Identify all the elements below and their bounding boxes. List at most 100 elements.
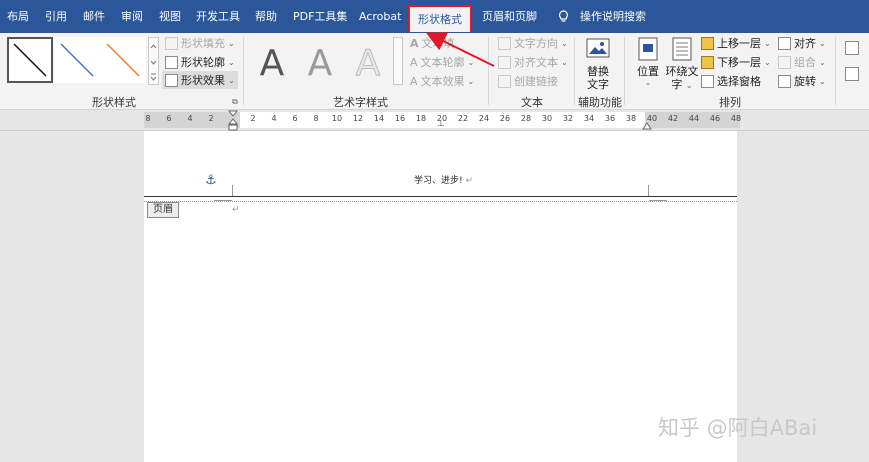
ruler-tick: 30 xyxy=(541,114,553,123)
align-text-icon xyxy=(498,55,511,69)
text-direction-button[interactable]: 文字方向 ⌄ xyxy=(498,35,568,51)
horizontal-ruler[interactable]: 8 6 4 2 2 4 6 8 10 12 14 16 18 20 22 24 … xyxy=(0,110,869,131)
tab-help[interactable]: 帮助 xyxy=(255,0,277,33)
ruler-tick: 34 xyxy=(583,114,595,123)
chevron-down-icon: ⌄ xyxy=(467,76,475,86)
chevron-down-icon: ⌄ xyxy=(561,57,568,67)
text-effects-button[interactable]: A 文本效果 ⌄ xyxy=(410,73,474,89)
create-link-button[interactable]: 创建链接 xyxy=(498,73,558,89)
align-text-button[interactable]: 对齐文本 ⌄ xyxy=(498,54,568,70)
right-indent-marker-icon[interactable] xyxy=(642,118,652,130)
pen-outline-icon xyxy=(165,55,178,69)
tab-references[interactable]: 引用 xyxy=(45,0,67,33)
wordart-gallery[interactable]: A A A xyxy=(252,37,400,85)
ruler-tick: 10 xyxy=(331,114,343,123)
tab-pdf-tools[interactable]: PDF工具集 xyxy=(293,0,347,33)
ruler-tick: 38 xyxy=(625,114,637,123)
ruler-tick: 42 xyxy=(667,114,679,123)
wrap-text-button[interactable]: 环绕文 字 ⌄ xyxy=(665,36,699,91)
ruler-tick: 36 xyxy=(604,114,616,123)
ruler-tick: 44 xyxy=(688,114,700,123)
shape-style-swatch-2[interactable] xyxy=(54,37,100,83)
align-button[interactable]: 对齐 ⌄ xyxy=(778,35,826,51)
wrap-text-icon xyxy=(672,37,692,61)
ruler-tick: 26 xyxy=(499,114,511,123)
group-separator xyxy=(835,37,836,105)
ruler-tick: 24 xyxy=(478,114,490,123)
chevron-down-icon: ⌄ xyxy=(644,78,652,87)
crop-mark xyxy=(232,185,233,196)
chevron-down-icon: ⌄ xyxy=(819,57,826,67)
ruler-tick: 18 xyxy=(415,114,427,123)
selection-pane-icon xyxy=(701,74,714,88)
tab-shape-format[interactable]: 形状格式 xyxy=(408,5,472,32)
chevron-down-icon: ⌄ xyxy=(819,38,826,48)
ruler-tick: 22 xyxy=(457,114,469,123)
wordart-style-2[interactable]: A xyxy=(300,43,340,85)
ruler-tick: 28 xyxy=(520,114,532,123)
tab-acrobat[interactable]: Acrobat xyxy=(359,0,401,33)
tell-me-search[interactable]: 操作说明搜索 xyxy=(580,0,646,33)
ruler-tick: 2 xyxy=(208,114,214,123)
wordart-style-3[interactable]: A xyxy=(348,43,388,85)
ruler-tick: 32 xyxy=(562,114,574,123)
ruler-tick: 6 xyxy=(292,114,298,123)
send-backward-icon xyxy=(701,55,714,69)
chevron-down-icon: ⌄ xyxy=(228,75,235,85)
tab-mailings[interactable]: 邮件 xyxy=(83,0,105,33)
tab-developer[interactable]: 开发工具 xyxy=(196,0,240,33)
indent-marker-icon[interactable] xyxy=(227,110,239,131)
paragraph-mark: ↵ xyxy=(232,205,240,215)
header-border-line[interactable] xyxy=(144,196,737,197)
anchor-icon[interactable]: ⚓ xyxy=(205,173,217,188)
group-button[interactable]: 组合 ⌄ xyxy=(778,54,826,70)
chevron-down-icon: ⌄ xyxy=(467,57,475,67)
wordart-style-1[interactable]: A xyxy=(252,43,292,85)
text-effects-icon: A xyxy=(410,74,418,88)
tab-layout[interactable]: 布局 xyxy=(7,0,29,33)
text-outline-button[interactable]: A 文本轮廓 ⌄ xyxy=(410,54,474,70)
shape-style-swatch-3[interactable] xyxy=(100,37,146,83)
center-tab-stop-icon[interactable]: ⊥ xyxy=(437,119,445,129)
ribbon-panel: 形状填充 ⌄ 形状轮廓 ⌄ 形状效果 ⌄ 形状样式 ⧉ A A A A 文本填 A 文… xyxy=(0,33,869,110)
shape-effects-icon xyxy=(165,73,178,87)
rotate-button[interactable]: 旋转 ⌄ xyxy=(778,73,826,89)
group-label-arrange: 排列 xyxy=(719,96,741,109)
shape-style-swatch-1[interactable] xyxy=(7,37,53,83)
chevron-down-icon: ⌄ xyxy=(685,81,693,90)
shape-style-gallery-scroll[interactable] xyxy=(148,37,159,85)
shape-outline-button[interactable]: 形状轮廓 ⌄ xyxy=(165,54,235,70)
position-icon xyxy=(638,37,658,61)
align-objects-icon xyxy=(778,36,791,50)
dialog-launcher-icon[interactable]: ⧉ xyxy=(232,97,238,107)
ruler-tick: 14 xyxy=(373,114,385,123)
watermark: 知乎 @阿白ABai xyxy=(658,416,818,440)
chevron-down-icon: ⌄ xyxy=(561,38,568,48)
height-icon[interactable] xyxy=(845,41,859,55)
group-separator xyxy=(624,37,625,105)
wordart-gallery-scroll[interactable] xyxy=(393,37,403,85)
bring-forward-button[interactable]: 上移一层 ⌄ xyxy=(701,35,771,51)
tab-header-footer[interactable]: 页眉和页脚 xyxy=(482,0,537,33)
group-label-accessibility: 辅助功能 xyxy=(578,96,622,109)
tab-review[interactable]: 审阅 xyxy=(121,0,143,33)
tab-view[interactable]: 视图 xyxy=(159,0,181,33)
chevron-down-icon: ⌄ xyxy=(764,38,771,48)
position-button[interactable]: 位置 ⌄ xyxy=(633,36,663,90)
send-backward-button[interactable]: 下移一层 ⌄ xyxy=(701,54,771,70)
shape-fill-button[interactable]: 形状填充 ⌄ xyxy=(165,35,235,51)
shape-effects-button[interactable]: 形状效果 ⌄ xyxy=(162,71,238,89)
crop-mark xyxy=(648,185,649,196)
text-fill-button[interactable]: A 文本填 xyxy=(410,35,455,51)
alt-text-icon xyxy=(586,38,610,58)
chevron-down-icon: ⌄ xyxy=(228,57,235,67)
header-text[interactable]: 学习、进步! ↵ xyxy=(414,173,473,186)
lightbulb-icon xyxy=(559,10,568,22)
selection-pane-button[interactable]: 选择窗格 xyxy=(701,73,761,89)
ruler-tick: 6 xyxy=(166,114,172,123)
ruler-tick: 12 xyxy=(352,114,364,123)
chevron-down-icon: ⌄ xyxy=(819,76,826,86)
alt-text-button[interactable]: 替换 文字 xyxy=(582,36,614,91)
rotate-icon xyxy=(778,74,791,88)
width-icon[interactable] xyxy=(845,67,859,81)
